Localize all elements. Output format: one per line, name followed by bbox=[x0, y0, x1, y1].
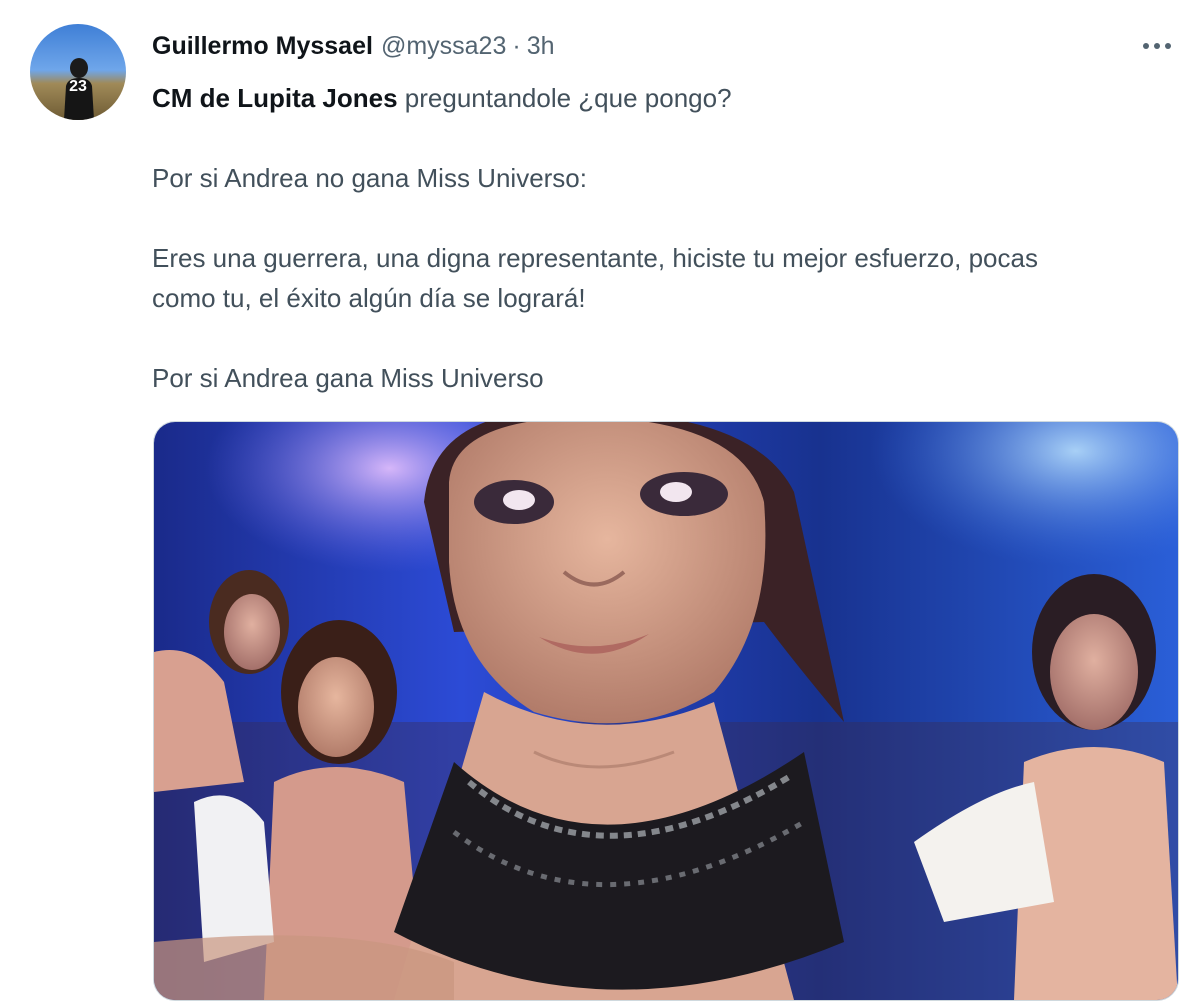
tweet-line-1-rest: preguntandole ¿que pongo? bbox=[397, 83, 732, 113]
tweet-media-image[interactable] bbox=[153, 421, 1179, 1001]
display-name[interactable]: Guillermo Myssael bbox=[152, 32, 373, 61]
tweet-text: CM de Lupita Jones preguntandole ¿que po… bbox=[152, 78, 1182, 398]
tweet-header: Guillermo Myssael @myssa23 · 3h bbox=[152, 28, 555, 64]
tweet-line-1: CM de Lupita Jones preguntandole ¿que po… bbox=[152, 78, 1182, 118]
tweet-line-1-bold: CM de Lupita Jones bbox=[152, 83, 398, 113]
tweet: 23 Guillermo Myssael @myssa23 · 3h CM de… bbox=[0, 0, 1200, 1006]
tweet-line-4: Por si Andrea gana Miss Universo bbox=[152, 363, 544, 393]
tweet-timestamp[interactable]: 3h bbox=[527, 32, 555, 61]
header-separator: · bbox=[512, 31, 521, 60]
tweet-line-3a: Eres una guerrera, una digna representan… bbox=[152, 243, 1038, 273]
avatar[interactable]: 23 bbox=[30, 24, 126, 120]
more-options-button[interactable] bbox=[1136, 28, 1178, 64]
media-photo bbox=[154, 422, 1178, 1000]
avatar-jersey-number: 23 bbox=[69, 78, 87, 95]
user-handle[interactable]: @myssa23 bbox=[381, 32, 506, 61]
tweet-line-2: Por si Andrea no gana Miss Universo: bbox=[152, 163, 587, 193]
more-horizontal-icon bbox=[1143, 43, 1171, 49]
tweet-line-3b: como tu, el éxito algún día se logrará! bbox=[152, 283, 586, 313]
